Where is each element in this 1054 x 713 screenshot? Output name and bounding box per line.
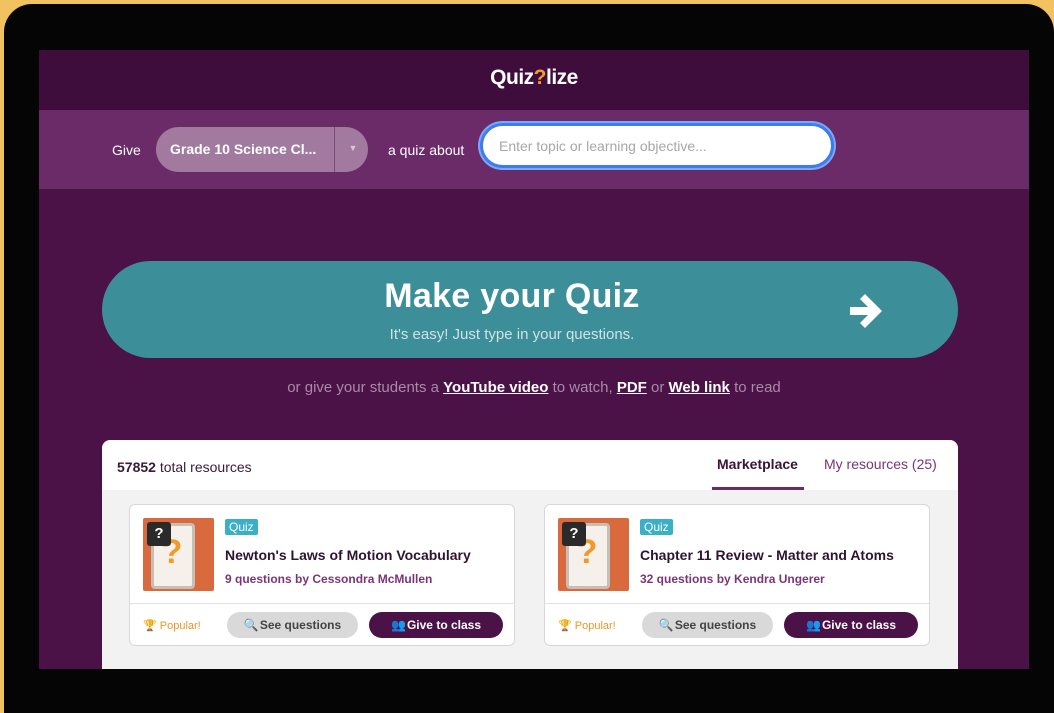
tab-my-resources[interactable]: My resources (25): [824, 456, 937, 472]
quiz-thumbnail: ? ?: [558, 518, 629, 591]
alt-prefix: or give your students a: [287, 379, 439, 396]
make-quiz-button[interactable]: Make your Quiz It's easy! Just type in y…: [102, 261, 958, 358]
alternative-sources: or give your students a YouTube video to…: [39, 379, 1029, 396]
card-title[interactable]: Chapter 11 Review - Matter and Atoms: [640, 547, 894, 563]
search-icon: 🔍: [658, 618, 674, 632]
tab-marketplace[interactable]: Marketplace: [717, 456, 798, 472]
card-meta: 32 questions by Kendra Ungerer: [640, 572, 825, 586]
resource-list: ? ? Quiz Newton's Laws of Motion Vocabul…: [102, 490, 958, 669]
resources-panel: 57852 total resources Marketplace My res…: [102, 440, 958, 669]
see-questions-label: See questions: [259, 618, 342, 632]
logo-text-lize: lize: [545, 66, 578, 89]
quiz-thumbnail: ? ?: [143, 518, 214, 591]
class-select[interactable]: Grade 10 Science Cl... ▼: [156, 127, 368, 172]
class-select-value: Grade 10 Science Cl...: [170, 141, 317, 157]
make-quiz-title: Make your Quiz: [384, 277, 640, 315]
quiz-about-label: a quiz about: [388, 142, 465, 158]
card-title[interactable]: Newton's Laws of Motion Vocabulary: [225, 547, 471, 563]
group-icon: 👥: [805, 618, 821, 632]
see-questions-label: See questions: [674, 618, 757, 632]
alt-mid-2: or: [650, 379, 665, 396]
topic-input[interactable]: [480, 123, 834, 168]
logo-text-q: ?: [533, 66, 547, 89]
app-screen: Quiz?lize Give Grade 10 Science Cl... ▼ …: [39, 50, 1029, 669]
class-select-divider: [334, 127, 335, 172]
see-questions-button[interactable]: 🔍See questions: [227, 612, 358, 638]
quiz-tag: Quiz: [225, 519, 258, 535]
give-quiz-bar: Give Grade 10 Science Cl... ▼ a quiz abo…: [39, 110, 1029, 189]
question-badge-icon: ?: [147, 522, 171, 546]
total-label: total resources: [159, 459, 252, 475]
app-logo[interactable]: Quiz?lize: [39, 66, 1029, 90]
give-label: Give: [112, 142, 141, 158]
resources-header: 57852 total resources Marketplace My res…: [102, 440, 958, 490]
card-divider: [130, 603, 514, 604]
group-icon: 👥: [390, 618, 406, 632]
logo-text-quiz: Quiz: [490, 66, 534, 89]
youtube-link[interactable]: YouTube video: [443, 379, 548, 396]
make-quiz-subtitle: It's easy! Just type in your questions.: [389, 326, 635, 343]
search-icon: 🔍: [243, 618, 259, 632]
trophy-icon: 🏆: [558, 620, 572, 632]
popular-badge: 🏆 Popular!: [558, 619, 616, 632]
card-meta: 9 questions by Cessondra McMullen: [225, 572, 433, 586]
quiz-tag: Quiz: [640, 519, 673, 535]
alt-mid-1: to watch,: [552, 379, 613, 396]
popular-label: Popular!: [159, 620, 201, 632]
give-to-class-label: Give to class: [821, 618, 897, 632]
card-divider: [545, 603, 929, 604]
web-link[interactable]: Web link: [669, 379, 730, 396]
give-to-class-button[interactable]: 👥Give to class: [784, 612, 918, 638]
resource-card[interactable]: ? ? Quiz Chapter 11 Review - Matter and …: [544, 504, 930, 646]
total-count: 57852: [117, 459, 156, 475]
device-frame: Quiz?lize Give Grade 10 Science Cl... ▼ …: [0, 0, 1054, 713]
popular-badge: 🏆 Popular!: [143, 619, 201, 632]
pdf-link[interactable]: PDF: [617, 379, 647, 396]
popular-label: Popular!: [574, 620, 616, 632]
see-questions-button[interactable]: 🔍See questions: [642, 612, 773, 638]
alt-suffix: to read: [734, 379, 781, 396]
chevron-down-icon[interactable]: ▼: [342, 143, 364, 157]
give-to-class-button[interactable]: 👥Give to class: [369, 612, 503, 638]
trophy-icon: 🏆: [143, 620, 157, 632]
give-to-class-label: Give to class: [406, 618, 482, 632]
arrow-right-icon: [850, 294, 882, 328]
resource-card[interactable]: ? ? Quiz Newton's Laws of Motion Vocabul…: [129, 504, 515, 646]
top-bar: Quiz?lize: [39, 50, 1029, 110]
total-resources: 57852 total resources: [117, 459, 252, 475]
question-badge-icon: ?: [562, 522, 586, 546]
